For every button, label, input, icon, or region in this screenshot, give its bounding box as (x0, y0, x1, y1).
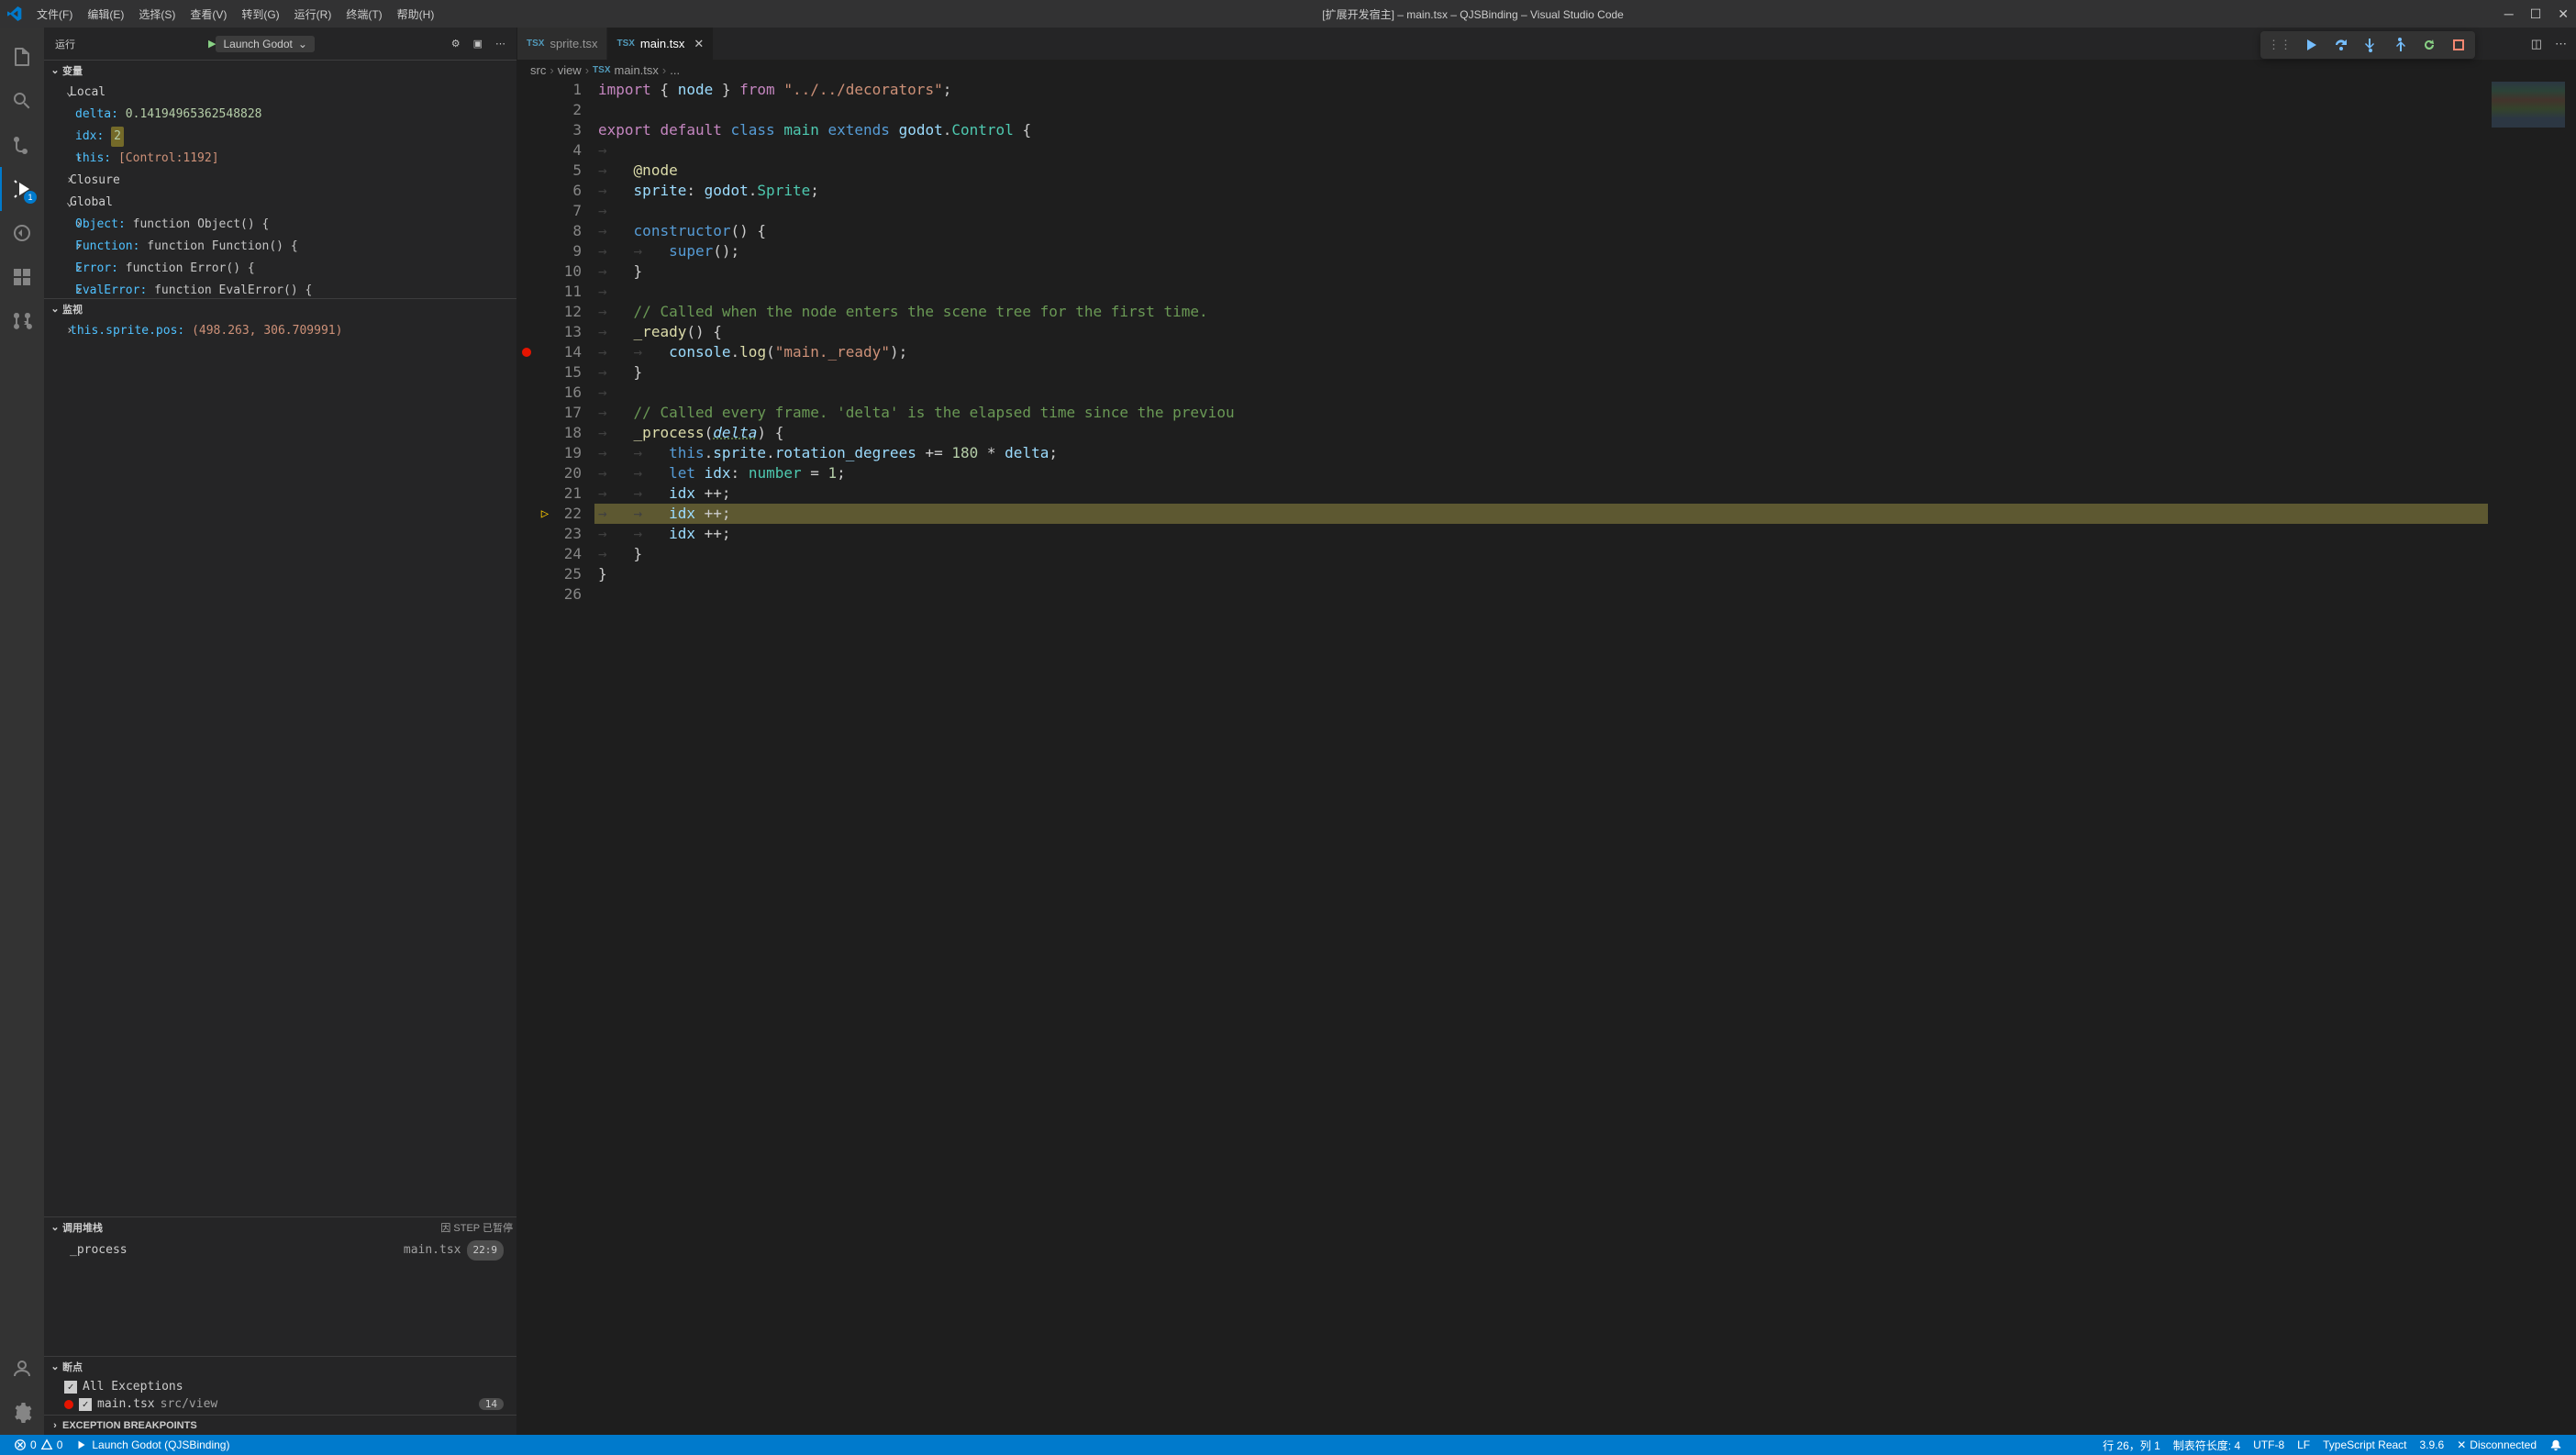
exception-breakpoints-header[interactable]: › EXCEPTION BREAKPOINTS (44, 1415, 516, 1435)
menu-view[interactable]: 查看(V) (183, 6, 234, 22)
status-encoding[interactable]: UTF-8 (2247, 1438, 2291, 1451)
var-error[interactable]: ›Error: function Error() { (44, 258, 516, 280)
status-bell-icon[interactable] (2543, 1438, 2569, 1451)
restart-button[interactable] (2416, 32, 2442, 58)
menu-file[interactable]: 文件(F) (29, 6, 80, 22)
debug-console-icon[interactable]: ▣ (473, 38, 483, 50)
gear-icon[interactable]: ⚙ (451, 38, 461, 50)
activity-remote[interactable] (0, 211, 44, 255)
checkbox-icon[interactable]: ✓ (79, 1398, 92, 1411)
menu-go[interactable]: 转到(G) (234, 6, 286, 22)
breakpoints-header[interactable]: ⌄ 断点 (44, 1356, 516, 1376)
breadcrumbs[interactable]: src› view› TSX main.tsx› ... (517, 60, 2576, 80)
tsx-icon: TSX (616, 39, 634, 49)
tab-main[interactable]: TSX main.tsx ✕ (607, 28, 714, 60)
status-tabsize[interactable]: 制表符长度: 4 (2167, 1438, 2247, 1453)
checkbox-icon[interactable]: ✓ (64, 1381, 77, 1394)
status-bar: 0 0 Launch Godot (QJSBinding) 行 26，列 1 制… (0, 1435, 2576, 1455)
callstack-frame[interactable]: _process main.tsx 22:9 (44, 1238, 516, 1262)
status-eol[interactable]: LF (2291, 1438, 2316, 1451)
close-button[interactable]: ✕ (2558, 6, 2569, 22)
activity-extensions[interactable] (0, 255, 44, 299)
menu-terminal[interactable]: 终端(T) (339, 6, 389, 22)
var-delta[interactable]: delta: 0.14194965362548828 (44, 104, 516, 126)
menu-selection[interactable]: 选择(S) (131, 6, 183, 22)
activity-scm[interactable] (0, 123, 44, 167)
variables-header[interactable]: ⌄ 变量 (44, 60, 516, 80)
code-editor[interactable]: ▷ 12345678910111213141516171819202122232… (517, 80, 2576, 1435)
var-function[interactable]: ›Function: function Function() { (44, 236, 516, 258)
watch-item[interactable]: ›this.sprite.pos: (498.263, 306.709991) (44, 320, 516, 342)
activity-settings[interactable] (0, 1391, 44, 1435)
scope-global[interactable]: ⌄Global (44, 192, 516, 214)
minimize-button[interactable]: ─ (2504, 6, 2514, 22)
activity-debug[interactable]: 1 (0, 167, 44, 211)
launch-config-select[interactable]: Launch Godot ⌄ (216, 36, 314, 52)
minimap[interactable] (2488, 80, 2576, 1435)
var-evalerror[interactable]: ›EvalError: function EvalError() { (44, 280, 516, 298)
debug-sidebar: 运行 ▶ Launch Godot ⌄ ⚙ ▣ ⋯ ⌄ 变量 ⌄Local (44, 28, 517, 1435)
title-bar: 文件(F) 编辑(E) 选择(S) 查看(V) 转到(G) 运行(R) 终端(T… (0, 0, 2576, 28)
chevron-down-icon: ⌄ (48, 1361, 62, 1372)
more-icon[interactable]: ⋯ (2555, 37, 2567, 51)
split-editor-icon[interactable]: ◫ (2531, 37, 2542, 51)
tsx-icon: TSX (593, 65, 610, 75)
editor-area: TSX sprite.tsx TSX main.tsx ✕ ◫ ⋯ src› v… (517, 28, 2576, 1435)
debug-badge: 1 (24, 191, 37, 204)
activity-explorer[interactable] (0, 35, 44, 79)
tsx-icon: TSX (527, 39, 544, 49)
menu-run[interactable]: 运行(R) (287, 6, 339, 22)
menu-help[interactable]: 帮助(H) (390, 6, 442, 22)
status-errors[interactable]: 0 0 (7, 1438, 69, 1451)
breakpoint-file[interactable]: ✓ main.tsx src/view 14 (44, 1395, 516, 1413)
vscode-icon (7, 6, 22, 21)
run-label: 运行 (55, 37, 75, 51)
watch-header[interactable]: ⌄ 监视 (44, 298, 516, 318)
scope-local[interactable]: ⌄Local (44, 82, 516, 104)
chevron-down-icon: ⌄ (48, 303, 62, 315)
status-launch[interactable]: Launch Godot (QJSBinding) (69, 1438, 236, 1451)
breakpoint-dot-icon (64, 1400, 73, 1409)
maximize-button[interactable]: ☐ (2530, 6, 2542, 22)
chevron-down-icon: ⌄ (48, 1221, 62, 1233)
breakpoint-all-exceptions[interactable]: ✓ All Exceptions (44, 1378, 516, 1395)
step-over-button[interactable] (2328, 32, 2354, 58)
continue-button[interactable] (2299, 32, 2325, 58)
var-object[interactable]: ›Object: function Object() { (44, 214, 516, 236)
var-this[interactable]: ›this: [Control:1192] (44, 148, 516, 170)
chevron-right-icon: › (48, 1420, 62, 1431)
scope-closure[interactable]: ›Closure (44, 170, 516, 192)
menu-edit[interactable]: 编辑(E) (80, 6, 131, 22)
callstack-header[interactable]: ⌄ 调用堆栈 因 STEP 已暂停 (44, 1216, 516, 1237)
chevron-down-icon: ⌄ (298, 38, 307, 50)
activity-account[interactable] (0, 1347, 44, 1391)
status-disconnected[interactable]: ✕ Disconnected (2450, 1438, 2543, 1451)
stop-button[interactable] (2446, 32, 2471, 58)
start-debug-icon[interactable]: ▶ (208, 38, 216, 50)
close-icon[interactable]: ✕ (694, 37, 704, 51)
debug-toolbar[interactable]: ⋮⋮ (2260, 31, 2475, 59)
activity-search[interactable] (0, 79, 44, 123)
status-version[interactable]: 3.9.6 (2414, 1438, 2451, 1451)
window-title: [扩展开发宿主] – main.tsx – QJSBinding – Visua… (441, 6, 2504, 22)
status-language[interactable]: TypeScript React (2316, 1438, 2413, 1451)
more-icon[interactable]: ⋯ (495, 38, 505, 50)
var-idx[interactable]: idx: 2 (44, 126, 516, 148)
step-into-button[interactable] (2358, 32, 2383, 58)
step-out-button[interactable] (2387, 32, 2413, 58)
activity-bar: 1 (0, 28, 44, 1435)
chevron-down-icon: ⌄ (48, 64, 62, 76)
activity-pr[interactable] (0, 299, 44, 343)
status-cursor[interactable]: 行 26，列 1 (2096, 1438, 2167, 1453)
tab-sprite[interactable]: TSX sprite.tsx (517, 28, 607, 60)
grip-icon[interactable]: ⋮⋮ (2264, 38, 2295, 52)
